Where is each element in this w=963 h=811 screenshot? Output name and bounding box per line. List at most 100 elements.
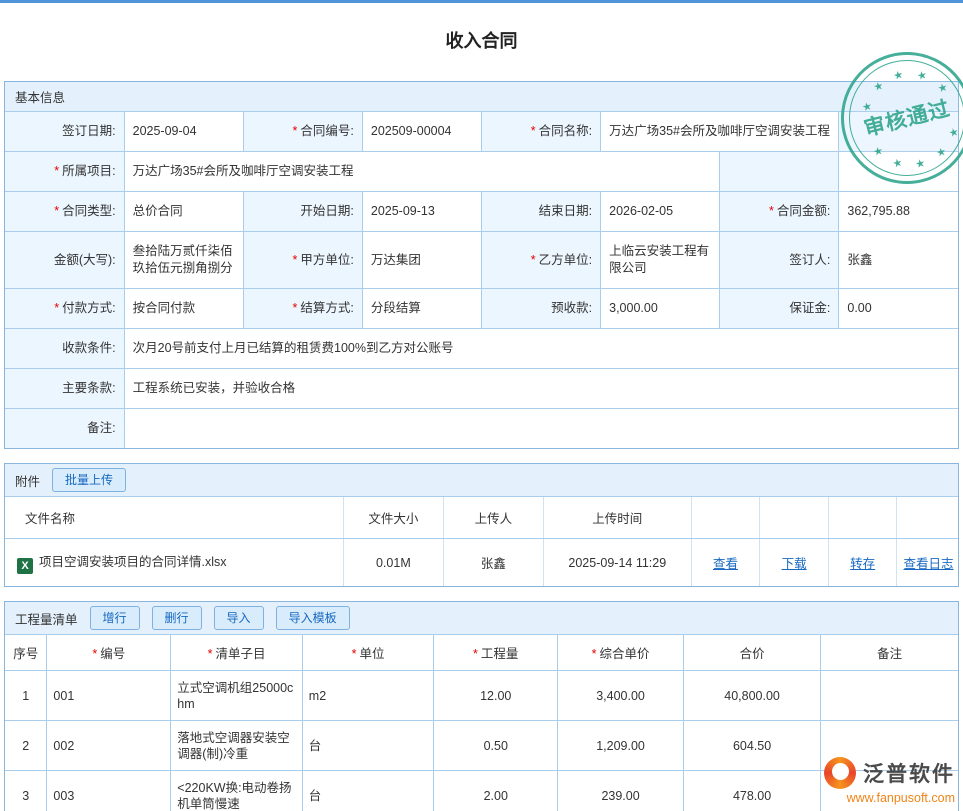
signer-label: 签订人: [720, 232, 839, 289]
col-file-name: 文件名称 [5, 497, 343, 539]
work-item-row: 3 003 <220KW换:电动卷扬机单筒慢速 台 2.00 239.00 47… [5, 771, 958, 811]
work-items-toolbar: 工程量清单 增行 删行 导入 导入模板 [5, 602, 958, 635]
required-marker: * [54, 204, 59, 218]
deposit-label: 保证金: [720, 289, 839, 329]
brand-url: www.fanpusoft.com [824, 791, 955, 805]
start-date-value: 2025-09-13 [362, 192, 481, 232]
stamp-star: ★ [873, 81, 885, 94]
view-link[interactable]: 查看 [713, 557, 738, 571]
file-name-cell: 项目空调安装项目的合同详情.xlsx [5, 539, 343, 587]
col-action [897, 497, 958, 539]
contract-amount-value: 362,795.88 [839, 192, 958, 232]
col-action [760, 497, 829, 539]
code-cell: 003 [47, 771, 171, 811]
stamp-star: ★ [892, 70, 904, 83]
sign-date-label: 签订日期: [5, 112, 124, 152]
payment-method-label: *付款方式: [5, 289, 124, 329]
col-unit: *单位 [302, 635, 434, 671]
payment-method-value: 按合同付款 [124, 289, 243, 329]
col-quantity: *工程量 [434, 635, 558, 671]
attachments-section: 附件 批量上传 文件名称 文件大小 上传人 上传时间 项目空调安装项目的合同详情… [4, 463, 959, 587]
unit-price-cell: 1,209.00 [558, 721, 684, 771]
required-marker: * [293, 124, 298, 138]
delete-row-button[interactable]: 删行 [152, 606, 202, 630]
unit-price-cell: 3,400.00 [558, 671, 684, 721]
view-log-link[interactable]: 查看日志 [903, 557, 953, 571]
work-items-section: 工程量清单 增行 删行 导入 导入模板 序号 *编号 *清单子目 *单位 *工程… [4, 601, 959, 811]
seq-cell: 2 [5, 721, 47, 771]
excel-file-icon [17, 558, 33, 574]
col-item: *清单子目 [171, 635, 303, 671]
required-marker: * [293, 301, 298, 315]
col-seq: 序号 [5, 635, 47, 671]
contract-amount-label: *合同金额: [720, 192, 839, 232]
file-size-cell: 0.01M [343, 539, 443, 587]
amount-words-value: 叁拾陆万贰仟柒佰玖拾伍元捌角捌分 [124, 232, 243, 289]
item-name-cell: 落地式空调器安装空调器(制)冷重 [171, 721, 303, 771]
contract-no-value: 202509-00004 [362, 112, 481, 152]
advance-payment-label: 预收款: [482, 289, 601, 329]
col-remark: 备注 [821, 635, 958, 671]
basic-info-title: 基本信息 [15, 87, 65, 106]
contract-type-value: 总价合同 [124, 192, 243, 232]
unit-cell: m2 [302, 671, 434, 721]
basic-info-header: 基本信息 [5, 82, 958, 112]
upload-time-cell: 2025-09-14 11:29 [543, 539, 691, 587]
amount-words-label: 金额(大写): [5, 232, 124, 289]
start-date-label: 开始日期: [243, 192, 362, 232]
required-marker: * [293, 253, 298, 267]
fanpu-logo-icon [824, 757, 856, 789]
attachments-header-row: 文件名称 文件大小 上传人 上传时间 [5, 497, 958, 539]
import-template-button[interactable]: 导入模板 [276, 606, 350, 630]
sign-date-value: 2025-09-04 [124, 112, 243, 152]
attachments-table: 文件名称 文件大小 上传人 上传时间 项目空调安装项目的合同详情.xlsx 0.… [5, 497, 958, 586]
code-cell: 002 [47, 721, 171, 771]
party-a-label: *甲方单位: [243, 232, 362, 289]
signer-value: 张鑫 [839, 232, 958, 289]
code-cell: 001 [47, 671, 171, 721]
batch-upload-button[interactable]: 批量上传 [52, 468, 126, 492]
contract-name-label: *合同名称: [482, 112, 601, 152]
required-marker: * [531, 253, 536, 267]
settlement-method-label: *结算方式: [243, 289, 362, 329]
unit-cell: 台 [302, 721, 434, 771]
remark-cell [821, 671, 958, 721]
settlement-method-value: 分段结算 [362, 289, 481, 329]
col-file-size: 文件大小 [343, 497, 443, 539]
collection-terms-label: 收款条件: [5, 329, 124, 369]
end-date-label: 结束日期: [482, 192, 601, 232]
party-b-label: *乙方单位: [482, 232, 601, 289]
required-marker: * [92, 647, 97, 661]
seq-cell: 3 [5, 771, 47, 811]
total-cell: 478.00 [683, 771, 820, 811]
required-marker: * [54, 301, 59, 315]
required-marker: * [208, 647, 213, 661]
total-cell: 604.50 [683, 721, 820, 771]
col-unit-price: *综合单价 [558, 635, 684, 671]
seq-cell: 1 [5, 671, 47, 721]
required-marker: * [54, 164, 59, 178]
stamp-star: ★ [872, 146, 884, 159]
work-items-table: 序号 *编号 *清单子目 *单位 *工程量 *综合单价 合价 备注 1 001 … [5, 635, 958, 811]
add-row-button[interactable]: 增行 [90, 606, 140, 630]
basic-info-section: 基本信息 签订日期: 2025-09-04 *合同编号: 202509-0000… [4, 81, 959, 449]
party-a-value: 万达集团 [362, 232, 481, 289]
project-label: *所属项目: [5, 152, 124, 192]
required-marker: * [473, 647, 478, 661]
view-action-cell: 查看 [691, 539, 760, 587]
work-items-title: 工程量清单 [15, 609, 78, 628]
stamp-star: ★ [892, 158, 904, 171]
download-link[interactable]: 下载 [782, 557, 807, 571]
attachments-header: 附件 批量上传 [5, 464, 958, 497]
deposit-value: 0.00 [839, 289, 958, 329]
import-button[interactable]: 导入 [214, 606, 264, 630]
stamp-text: 审核通过 [842, 88, 963, 148]
unit-cell: 台 [302, 771, 434, 811]
contract-type-label: *合同类型: [5, 192, 124, 232]
stamp-star: ★ [914, 158, 926, 171]
work-item-row: 2 002 落地式空调器安装空调器(制)冷重 台 0.50 1,209.00 6… [5, 721, 958, 771]
col-action [691, 497, 760, 539]
page-title: 收入合同 [0, 3, 963, 75]
transfer-link[interactable]: 转存 [850, 557, 875, 571]
quantity-cell: 12.00 [434, 671, 558, 721]
